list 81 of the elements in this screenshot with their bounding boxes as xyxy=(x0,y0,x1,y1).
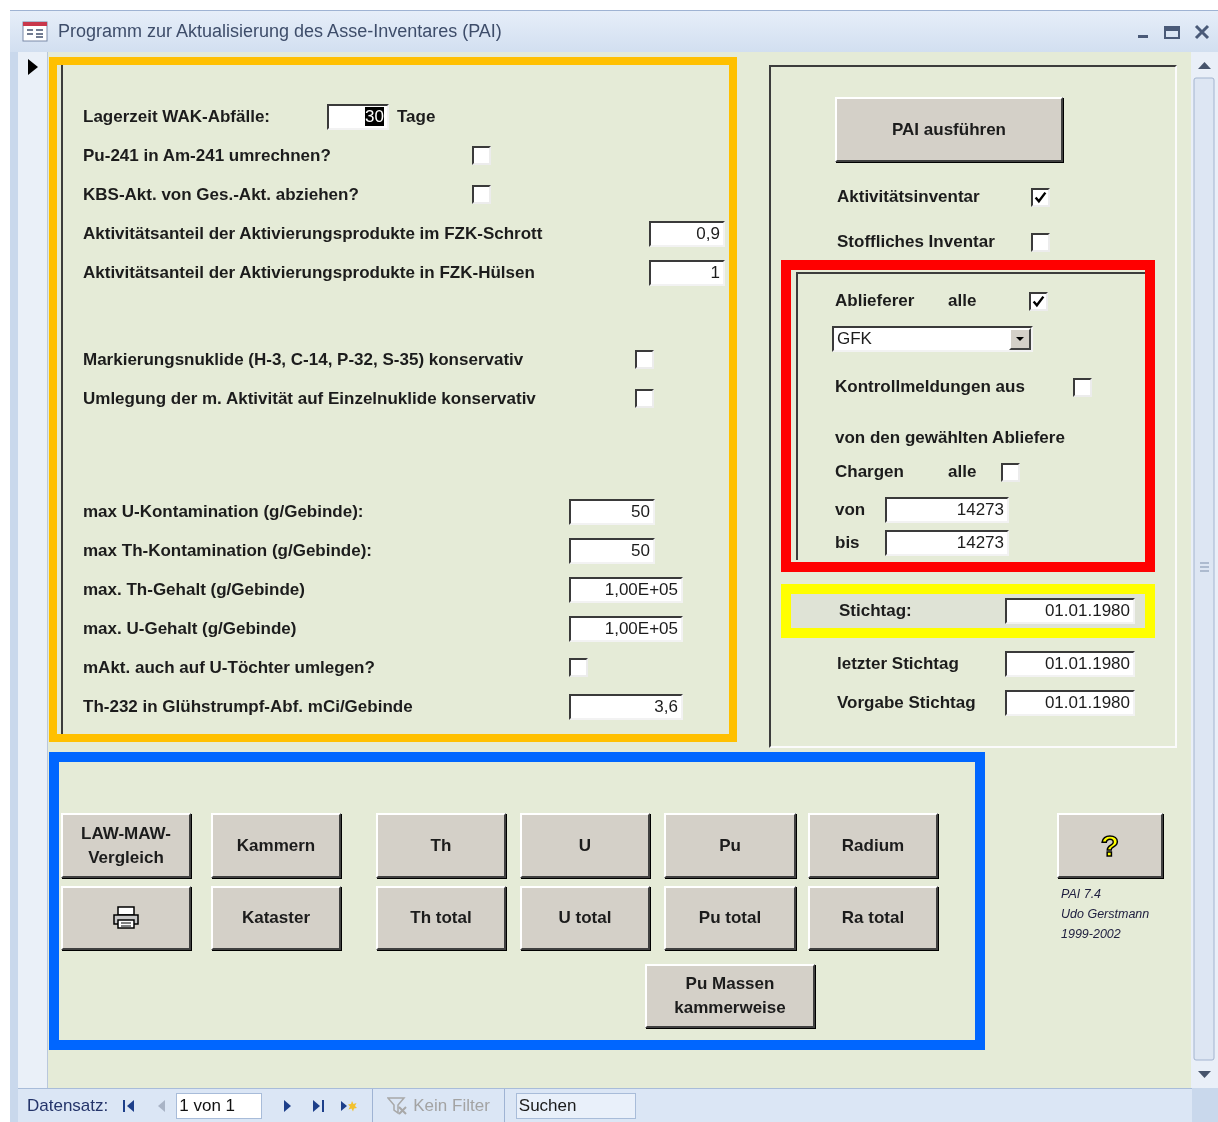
option-label: max. Th-Gehalt (g/Gebinde) xyxy=(83,578,306,601)
report-button[interactable]: LAW-MAW-Vergleich xyxy=(61,813,191,878)
input-field[interactable]: 1,00E+05 xyxy=(569,576,683,603)
input-field[interactable]: 01.01.1980 xyxy=(1005,651,1135,677)
input-field[interactable]: 0,9 xyxy=(649,220,725,247)
option-label: KBS-Akt. von Ges.-Akt. abziehen? xyxy=(83,183,360,206)
input-field[interactable]: 01.01.1980 xyxy=(1005,690,1135,716)
date-label: Vorgabe Stichtag xyxy=(837,692,977,715)
option-label: Aktivitätsanteil der Aktivierungsprodukte im FZK-Schrott xyxy=(83,222,544,245)
input-field[interactable]: 01.01.1980 xyxy=(1005,598,1135,624)
all-label: alle xyxy=(948,290,978,313)
range-label: von xyxy=(835,499,867,522)
all-label: alle xyxy=(948,461,978,484)
input-field[interactable]: 3,6 xyxy=(569,693,683,720)
input-field[interactable]: 1 xyxy=(649,259,725,286)
current-record-icon xyxy=(26,58,39,76)
report-button[interactable]: Radium xyxy=(808,813,938,878)
option-label: mAkt. auch auf U-Töchter umlegen? xyxy=(83,656,376,679)
option-label: max U-Kontamination (g/Gebinde): xyxy=(83,500,365,523)
supplier-label: Ablieferer xyxy=(835,290,916,313)
checkbox[interactable] xyxy=(1073,377,1092,397)
unit-label: Tage xyxy=(397,105,436,128)
navigation-label: Datensatz: xyxy=(27,1094,109,1117)
input-field[interactable]: 30 xyxy=(327,103,389,130)
batches-label: Chargen xyxy=(835,461,905,484)
filter-icon xyxy=(387,1095,408,1116)
checkbox[interactable] xyxy=(635,389,654,408)
checkbox[interactable] xyxy=(1001,462,1020,482)
date-label: Stichtag: xyxy=(839,600,913,623)
inventory-label: Aktivitätsinventar xyxy=(837,186,981,209)
inventory-label: Stoffliches Inventar xyxy=(837,231,996,254)
maximize-icon[interactable] xyxy=(1164,24,1180,39)
input-field[interactable]: 1,00E+05 xyxy=(569,615,683,642)
input-field[interactable]: 14273 xyxy=(885,497,1009,523)
option-label: Umlegung der m. Aktivität auf Einzelnuklide konservativ xyxy=(83,387,537,410)
checkbox[interactable] xyxy=(472,146,491,165)
report-button[interactable]: U xyxy=(520,813,650,878)
form-icon xyxy=(22,21,48,42)
checkbox[interactable] xyxy=(1031,187,1050,207)
run-button[interactable]: PAI ausführen xyxy=(835,97,1063,162)
date-label: letzter Stichtag xyxy=(837,653,960,676)
report-button[interactable]: U total xyxy=(520,886,650,950)
report-button[interactable]: Th xyxy=(376,813,506,878)
input-field[interactable]: 14273 xyxy=(885,530,1009,556)
option-label: Aktivitätsanteil der Aktivierungsprodukte in FZK-Hülsen xyxy=(83,261,536,284)
about-text: 1999-2002 xyxy=(1061,926,1122,943)
input-field[interactable]: 50 xyxy=(569,537,655,564)
search-field[interactable]: Suchen xyxy=(515,1092,636,1119)
checkbox[interactable] xyxy=(1031,232,1050,252)
report-button[interactable]: Pu xyxy=(664,813,796,878)
report-button[interactable]: Pu total xyxy=(664,886,796,950)
report-button[interactable]: Kammern xyxy=(211,813,341,878)
option-label: max Th-Kontamination (g/Gebinde): xyxy=(83,539,373,562)
vertical-scrollbar[interactable] xyxy=(1191,52,1218,1088)
option-label: max. U-Gehalt (g/Gebinde) xyxy=(83,617,298,640)
report-button[interactable]: Kataster xyxy=(211,886,341,950)
option-label: Th-232 in Glühstrumpf-Abf. mCi/Gebinde xyxy=(83,695,414,718)
messages-label: Kontrollmeldungen aus xyxy=(835,376,1026,399)
supplier-dropdown[interactable]: GFK xyxy=(832,326,1033,352)
record-position-field[interactable]: 1 von 1 xyxy=(176,1092,263,1119)
checkbox[interactable] xyxy=(635,350,654,369)
option-label: Lagerzeit WAK-Abfälle: xyxy=(83,105,272,128)
dropdown-button[interactable] xyxy=(1009,328,1031,350)
report-button[interactable]: Th total xyxy=(376,886,506,950)
print-button[interactable] xyxy=(61,886,191,950)
report-button[interactable]: Pu Massen kammerweise xyxy=(645,964,815,1028)
window-title: Programm zur Aktualisierung des Asse-Inventares (PAI) xyxy=(58,20,502,43)
close-icon[interactable] xyxy=(1194,23,1210,40)
caret-icon xyxy=(1016,337,1024,341)
checkbox[interactable] xyxy=(569,658,588,677)
checkbox[interactable] xyxy=(1029,291,1048,311)
option-label: Pu-241 in Am-241 umrechnen? xyxy=(83,144,332,167)
option-label: Markierungsnuklide (H-3, C-14, P-32, S-35) konservativ xyxy=(83,348,525,371)
range-label: bis xyxy=(835,532,861,555)
input-field[interactable]: 50 xyxy=(569,498,655,525)
report-button[interactable]: Ra total xyxy=(808,886,938,950)
about-text: PAI 7.4 xyxy=(1061,886,1103,903)
about-text: Udo Gerstmann xyxy=(1061,906,1151,923)
printer-icon xyxy=(112,906,140,930)
checkbox[interactable] xyxy=(472,185,491,204)
batches-heading: von den gewählten Abliefere xyxy=(835,427,1065,450)
